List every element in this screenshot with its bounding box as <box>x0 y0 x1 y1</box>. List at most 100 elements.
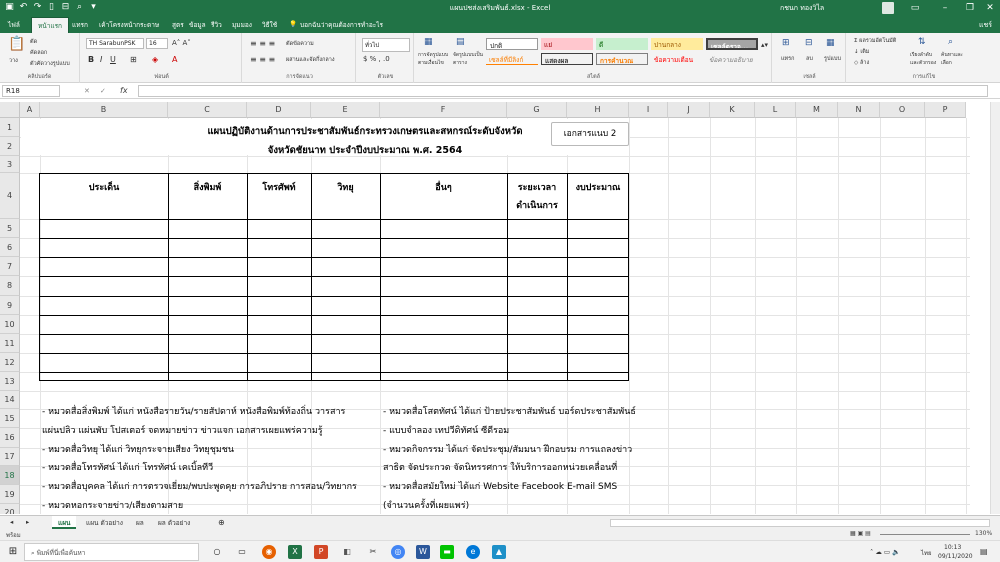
view-buttons[interactable]: ▦ ▣ ▤ <box>850 530 871 537</box>
vertical-scrollbar[interactable] <box>990 102 1000 514</box>
row-header[interactable]: 11 <box>0 334 20 353</box>
column-header[interactable]: B <box>40 102 168 118</box>
row-header[interactable]: 5 <box>0 219 20 238</box>
ribbon-display-icon[interactable]: ▭ <box>900 0 930 17</box>
insert-cells-icon[interactable]: ⊞ <box>782 38 790 48</box>
row-header[interactable]: 4 <box>0 173 20 219</box>
column-header[interactable]: O <box>880 102 925 118</box>
row-header[interactable]: 17 <box>0 448 20 466</box>
sort-filter-icon[interactable]: ⇅ <box>918 37 926 47</box>
line-icon[interactable]: ▬ <box>440 545 454 559</box>
style-linked-cell[interactable]: เซลล์ที่มีลิงก์ <box>486 53 538 65</box>
tab-help[interactable]: วิธีใช้ <box>262 20 277 30</box>
clear-button[interactable]: ◇ ล้าง <box>854 59 869 67</box>
format-painter-button[interactable]: ตัวคัดวางรูปแบบ <box>30 60 70 68</box>
style-warning[interactable]: ข้อความเตือน <box>651 53 703 65</box>
find-icon[interactable]: ⌕ <box>948 37 953 47</box>
prev-sheet-icon[interactable]: ◂ <box>4 516 19 529</box>
underline-icon[interactable]: U <box>110 55 116 64</box>
add-sheet-icon[interactable]: ⊕ <box>212 516 231 529</box>
tab-insert[interactable]: แทรก <box>72 20 88 30</box>
language-indicator[interactable]: ไทย <box>921 548 932 558</box>
sort-filter-button[interactable]: เรียงลำดับและตัวกรอง <box>910 51 940 67</box>
paste-label[interactable]: วาง <box>9 57 18 65</box>
fill-color-icon[interactable]: ◈ <box>152 55 158 64</box>
tab-formulas[interactable]: สูตร <box>172 20 184 30</box>
zoom-level[interactable]: 130% <box>975 530 992 537</box>
column-header[interactable]: F <box>380 102 507 118</box>
column-header[interactable]: A <box>20 102 40 118</box>
delete-cells-icon[interactable]: ⊟ <box>805 38 813 48</box>
column-header[interactable]: G <box>507 102 567 118</box>
row-header[interactable]: 16 <box>0 428 20 448</box>
column-header[interactable]: M <box>796 102 838 118</box>
row-header[interactable]: 7 <box>0 257 20 276</box>
row-header[interactable]: 3 <box>0 156 20 173</box>
fill-button[interactable]: ↓ เติม <box>854 48 869 56</box>
format-cells-button[interactable]: รูปแบบ <box>824 55 841 63</box>
select-all-corner[interactable] <box>0 102 20 118</box>
firefox-icon[interactable]: ◉ <box>262 545 276 559</box>
row-header[interactable]: 19 <box>0 485 20 504</box>
column-header[interactable]: L <box>755 102 796 118</box>
style-neutral[interactable]: ปานกลาง <box>651 38 703 50</box>
edge-icon[interactable]: e <box>466 545 480 559</box>
row-header[interactable]: 18 <box>0 466 20 485</box>
number-format-icons[interactable]: $ % , .0 <box>363 55 390 63</box>
format-table-icon[interactable]: ▤ <box>456 37 465 47</box>
column-header[interactable]: N <box>838 102 880 118</box>
column-header[interactable]: D <box>247 102 311 118</box>
photo-viewer-icon[interactable]: ▲ <box>492 545 506 559</box>
close-icon[interactable]: ✕ <box>975 0 1000 17</box>
paste-icon[interactable]: 📋 <box>8 37 25 51</box>
number-format-select[interactable]: ทั่วไป <box>362 38 410 52</box>
copy-button[interactable]: คัดลอก <box>30 49 47 57</box>
sheet-tab-result-example[interactable]: ผล ตัวอย่าง <box>152 516 196 529</box>
column-header[interactable]: C <box>168 102 247 118</box>
tab-data[interactable]: ข้อมูล <box>189 20 206 30</box>
row-header[interactable]: 6 <box>0 238 20 257</box>
photos-icon[interactable]: ◧ <box>340 545 354 559</box>
row-header[interactable]: 12 <box>0 353 20 372</box>
grow-font-icon[interactable]: A˄ A˅ <box>172 39 191 47</box>
row-header[interactable]: 20 <box>0 504 20 514</box>
style-check-cell[interactable]: เซลล์ตรวจ... <box>706 38 758 50</box>
row-header[interactable]: 1 <box>0 118 20 137</box>
column-header[interactable]: E <box>311 102 380 118</box>
row-header[interactable]: 9 <box>0 296 20 315</box>
formula-input[interactable] <box>138 85 988 97</box>
chrome-icon[interactable]: ◎ <box>391 545 405 559</box>
style-explanatory[interactable]: ข้อความอธิบาย <box>706 53 758 65</box>
column-header[interactable]: P <box>925 102 966 118</box>
tab-page-layout[interactable]: เค้าโครงหน้ากระดาษ <box>99 20 159 30</box>
tab-review[interactable]: รีวิว <box>211 20 222 30</box>
horizontal-scrollbar[interactable] <box>610 519 990 527</box>
sheet-tab-result[interactable]: ผล <box>130 516 150 529</box>
powerpoint-icon[interactable]: P <box>314 545 328 559</box>
cut-button[interactable]: ตัด <box>30 38 37 46</box>
merge-center-button[interactable]: ผสานและจัดกึ่งกลาง <box>286 56 335 64</box>
fx-icon[interactable]: fx <box>120 86 128 95</box>
row-header[interactable]: 15 <box>0 409 20 428</box>
attachment-label-box[interactable]: เอกสารแนบ 2 <box>551 122 629 146</box>
tell-me-search[interactable]: บอกฉันว่าคุณต้องการทำอะไร <box>300 20 383 30</box>
align-left-icon[interactable]: ≡ ≡ ≡ <box>250 55 275 64</box>
conditional-format-icon[interactable]: ▦ <box>424 37 433 47</box>
bold-icon[interactable]: B <box>88 55 94 64</box>
find-select-button[interactable]: ค้นหาและเลือก <box>941 51 971 67</box>
sheet-tab-plan-example[interactable]: แผน ตัวอย่าง <box>80 516 129 529</box>
column-header[interactable]: K <box>710 102 755 118</box>
snip-icon[interactable]: ✂ <box>366 545 380 559</box>
row-header[interactable]: 14 <box>0 391 20 409</box>
row-header[interactable]: 10 <box>0 315 20 334</box>
tab-file[interactable]: ไฟล์ <box>8 20 20 30</box>
style-normal[interactable]: ปกติ <box>486 38 538 50</box>
tab-home[interactable]: หน้าแรก <box>31 17 69 33</box>
excel-icon[interactable]: X <box>288 545 302 559</box>
row-header[interactable]: 2 <box>0 137 20 156</box>
row-header[interactable]: 8 <box>0 276 20 296</box>
column-header[interactable]: H <box>567 102 629 118</box>
align-top-icon[interactable]: ≡ ≡ ≡ <box>250 39 275 48</box>
italic-icon[interactable]: I <box>100 55 102 64</box>
zoom-slider[interactable] <box>880 534 970 535</box>
